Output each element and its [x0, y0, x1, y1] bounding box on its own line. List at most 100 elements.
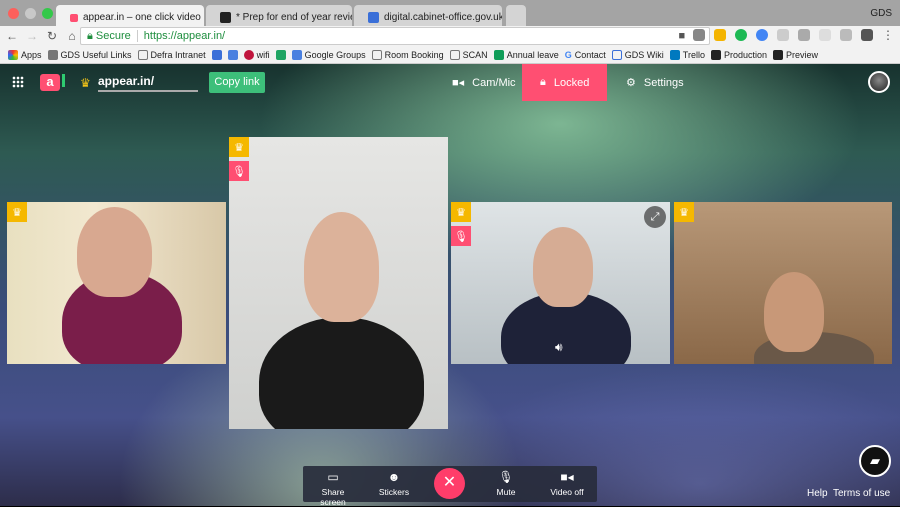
page-icon	[137, 49, 148, 60]
close-icon: ✕	[442, 474, 457, 491]
bookmark-google-groups[interactable]: Google Groups	[291, 49, 366, 60]
room-name-input[interactable]: appear.in/	[98, 74, 198, 92]
browser-tab-bar: appear.in – one click video c ◉ ✕ * Prep…	[0, 0, 900, 26]
camera-icon[interactable]: ■	[678, 30, 685, 42]
pocket-icon[interactable]	[861, 29, 873, 41]
url-text: https://appear.in/	[136, 30, 225, 42]
cam-mic-label: Cam/Mic	[472, 76, 516, 89]
chat-extension-icon[interactable]	[735, 29, 747, 41]
copy-link-button[interactable]: Copy link	[209, 72, 265, 93]
bookmark-label: SCAN	[462, 49, 488, 60]
stickers-label: Stickers	[378, 487, 410, 497]
bookmark-label: wifi	[256, 49, 270, 60]
tab-title: digital.cabinet-office.gov.uk -	[384, 12, 502, 23]
forward-icon[interactable]: →	[24, 29, 40, 43]
bookmark-label: Preview	[785, 49, 818, 60]
close-window-button[interactable]	[8, 8, 19, 19]
bookmark-drive[interactable]	[275, 49, 286, 60]
bookmark-wifi[interactable]: wifi	[243, 49, 270, 60]
appear-in-favicon	[70, 13, 78, 22]
video-tile[interactable]: ♛	[674, 202, 892, 364]
owner-crown-badge: ♛	[451, 202, 471, 222]
bookmark-label: GDS Wiki	[624, 49, 664, 60]
mute-label: Mute	[496, 487, 516, 497]
chat-button[interactable]: ▰	[859, 445, 891, 477]
address-bar[interactable]: 🔒︎ Secure https://appear.in/ ■ ☆	[80, 27, 710, 45]
production-icon	[710, 49, 721, 60]
cam-mic-button[interactable]: ■◂ Cam/Mic	[440, 64, 528, 101]
leave-call-button[interactable]: ✕	[434, 468, 465, 499]
back-icon[interactable]: ←	[4, 29, 20, 43]
tab-cabinet-office[interactable]: digital.cabinet-office.gov.uk - ✕	[354, 5, 502, 26]
bookmark-preview[interactable]: Preview	[772, 49, 818, 60]
settings-label: Settings	[643, 76, 684, 89]
drive-icon[interactable]	[714, 29, 726, 41]
menu-icon[interactable]: ⋮	[882, 29, 894, 41]
video-off-button[interactable]: ■◂ Video off	[545, 470, 589, 497]
video-tile[interactable]: ♛	[7, 202, 226, 364]
mute-button[interactable]: 🎙︎ Mute	[489, 470, 523, 497]
expand-icon[interactable]: ⤢	[644, 206, 666, 228]
bookmark-annual-leave[interactable]: Annual leave	[493, 49, 559, 60]
bookmark-calendar[interactable]	[211, 49, 222, 60]
bookmark-label: Defra Intranet	[150, 49, 206, 60]
chrome-extension-icon[interactable]	[756, 29, 768, 41]
cast-icon[interactable]	[693, 29, 705, 41]
extension-icon[interactable]	[798, 29, 810, 41]
maximize-window-button[interactable]	[42, 8, 53, 19]
folder-icon	[47, 49, 58, 60]
owner-crown-badge: ♛	[674, 202, 694, 222]
reader-icon[interactable]	[840, 29, 852, 41]
sheets-icon	[493, 49, 504, 60]
help-link[interactable]: Help	[807, 488, 828, 499]
apps-grid-icon[interactable]	[12, 76, 24, 88]
locked-button[interactable]: 🔒︎ Locked	[522, 64, 607, 101]
muted-mic-badge: 🎙︎	[451, 226, 471, 246]
video-camera-icon: ■◂	[452, 77, 465, 89]
bookmark-label: Contact	[574, 49, 606, 60]
bookmark-contacts[interactable]	[227, 49, 238, 60]
call-controls: ▭ Share screen ☻ Stickers ✕ 🎙︎ Mute ■◂ Video…	[303, 466, 597, 507]
laptop-icon: ▭	[327, 470, 339, 484]
tab-prep-review[interactable]: * Prep for end of year review o ✕	[206, 5, 352, 26]
room-topbar: a ♛ appear.in/ Copy link ■◂ Cam/Mic 🔒︎ Loc…	[0, 64, 900, 102]
user-avatar[interactable]	[868, 71, 890, 93]
participant-face	[304, 212, 379, 322]
bookmark-label: GDS Useful Links	[60, 49, 132, 60]
stickers-button[interactable]: ☻ Stickers	[373, 470, 415, 497]
bookmark-trello[interactable]: Trello	[669, 49, 705, 60]
bookmark-label: Google Groups	[304, 49, 366, 60]
bookmark-gds-wiki[interactable]: GDS Wiki	[611, 49, 664, 60]
groups-icon	[291, 49, 302, 60]
participant-face	[533, 227, 593, 307]
tab-appear-in[interactable]: appear.in – one click video c ◉ ✕	[56, 5, 204, 26]
bookmark-defra-intranet[interactable]: Defra Intranet	[137, 49, 206, 60]
apps-icon	[8, 49, 18, 60]
bookmark-apps[interactable]: Apps	[8, 49, 42, 60]
extension-icon[interactable]	[819, 29, 831, 41]
video-tile[interactable]: ♛ 🎙︎ ⤢ 🔊︎	[451, 202, 670, 364]
browser-toolbar: ← → ↻ ⌂ 🔒︎ Secure https://appear.in/ ■ ☆…	[0, 26, 900, 46]
bookmark-gds-useful-links[interactable]: GDS Useful Links	[47, 49, 132, 60]
video-tile[interactable]: ♛ 🎙︎	[229, 137, 448, 429]
new-tab-button[interactable]	[506, 5, 526, 26]
reload-icon[interactable]: ↻	[44, 29, 60, 43]
appear-in-logo[interactable]: a	[40, 74, 65, 91]
bookmark-room-booking[interactable]: Room Booking	[371, 49, 444, 60]
profile-name[interactable]: GDS	[870, 8, 892, 19]
gear-icon: ⚙	[626, 77, 636, 89]
bookmarks-bar: Apps GDS Useful Links Defra Intranet wif…	[0, 46, 900, 64]
minimize-window-button[interactable]	[25, 8, 36, 19]
terms-of-use-link[interactable]: Terms of use	[833, 488, 890, 499]
bookmark-scan[interactable]: SCAN	[449, 49, 488, 60]
bookmark-label: Apps	[21, 49, 42, 60]
bookmark-contact[interactable]: G Contact	[565, 50, 606, 60]
video-camera-icon: ■◂	[560, 470, 574, 484]
trello-icon	[669, 49, 680, 60]
home-icon[interactable]: ⌂	[64, 29, 80, 43]
share-screen-button[interactable]: ▭ Share screen	[308, 470, 358, 507]
settings-button[interactable]: ⚙ Settings	[614, 64, 696, 101]
bookmark-production[interactable]: Production	[710, 49, 767, 60]
cloud-icon[interactable]	[777, 29, 789, 41]
bookmark-label: Room Booking	[384, 49, 444, 60]
